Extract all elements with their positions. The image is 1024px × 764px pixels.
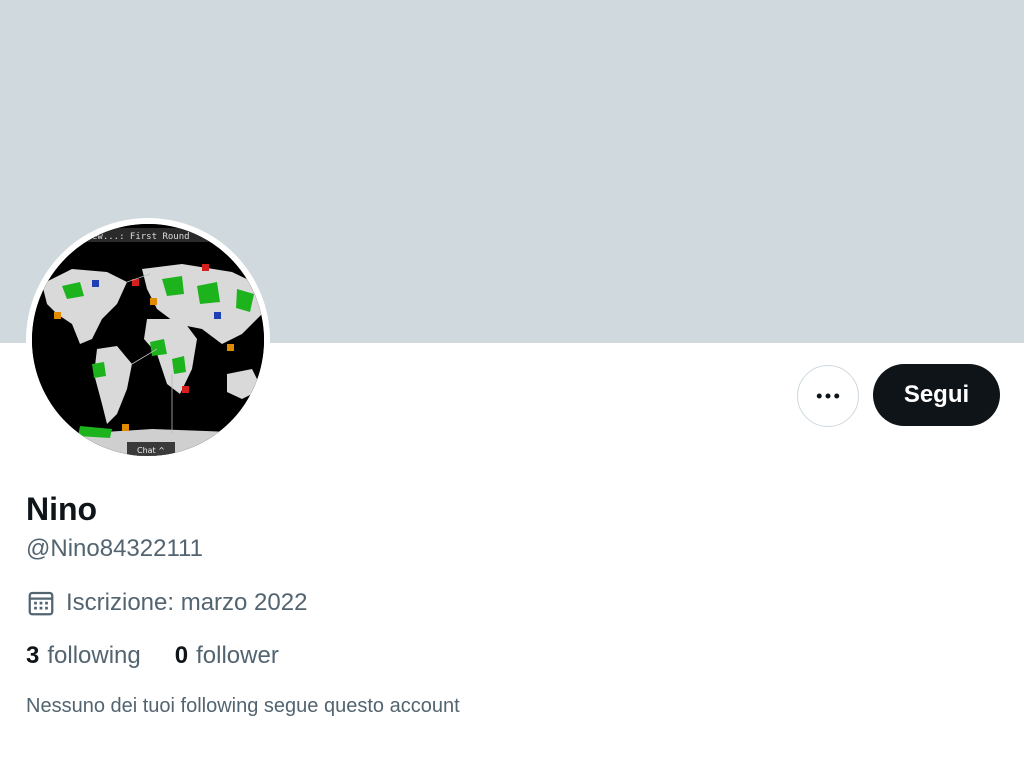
calendar-icon bbox=[26, 588, 56, 618]
join-date-text: Iscrizione: marzo 2022 bbox=[66, 589, 308, 616]
followers-label: follower bbox=[196, 642, 279, 669]
profile-stats: 3 following 0 follower bbox=[26, 640, 279, 672]
display-name: Nino bbox=[26, 491, 98, 527]
profile-avatar[interactable]: ew...: First Round Chat ^ bbox=[26, 218, 270, 462]
world-map-image: ew...: First Round Chat ^ bbox=[32, 224, 264, 456]
following-link[interactable]: 3 following bbox=[26, 640, 141, 672]
user-handle: @Nino84322111 bbox=[26, 535, 203, 562]
followers-count: 0 bbox=[174, 642, 189, 669]
following-count: 3 bbox=[26, 642, 40, 669]
followers-link[interactable]: 0 follower bbox=[175, 640, 279, 672]
avatar-bottom-text: Chat ^ bbox=[137, 446, 165, 455]
following-label: following bbox=[47, 642, 141, 669]
join-date-row: Iscrizione: marzo 2022 bbox=[26, 587, 307, 619]
more-horizontal-icon bbox=[816, 393, 840, 399]
mutual-followers-note: Nessuno dei tuoi following segue questo … bbox=[26, 695, 460, 717]
more-options-button[interactable] bbox=[797, 365, 859, 427]
avatar-image: ew...: First Round Chat ^ bbox=[32, 224, 264, 456]
follow-button[interactable]: Segui bbox=[873, 364, 1000, 426]
avatar-top-text: ew...: First Round bbox=[92, 232, 190, 242]
